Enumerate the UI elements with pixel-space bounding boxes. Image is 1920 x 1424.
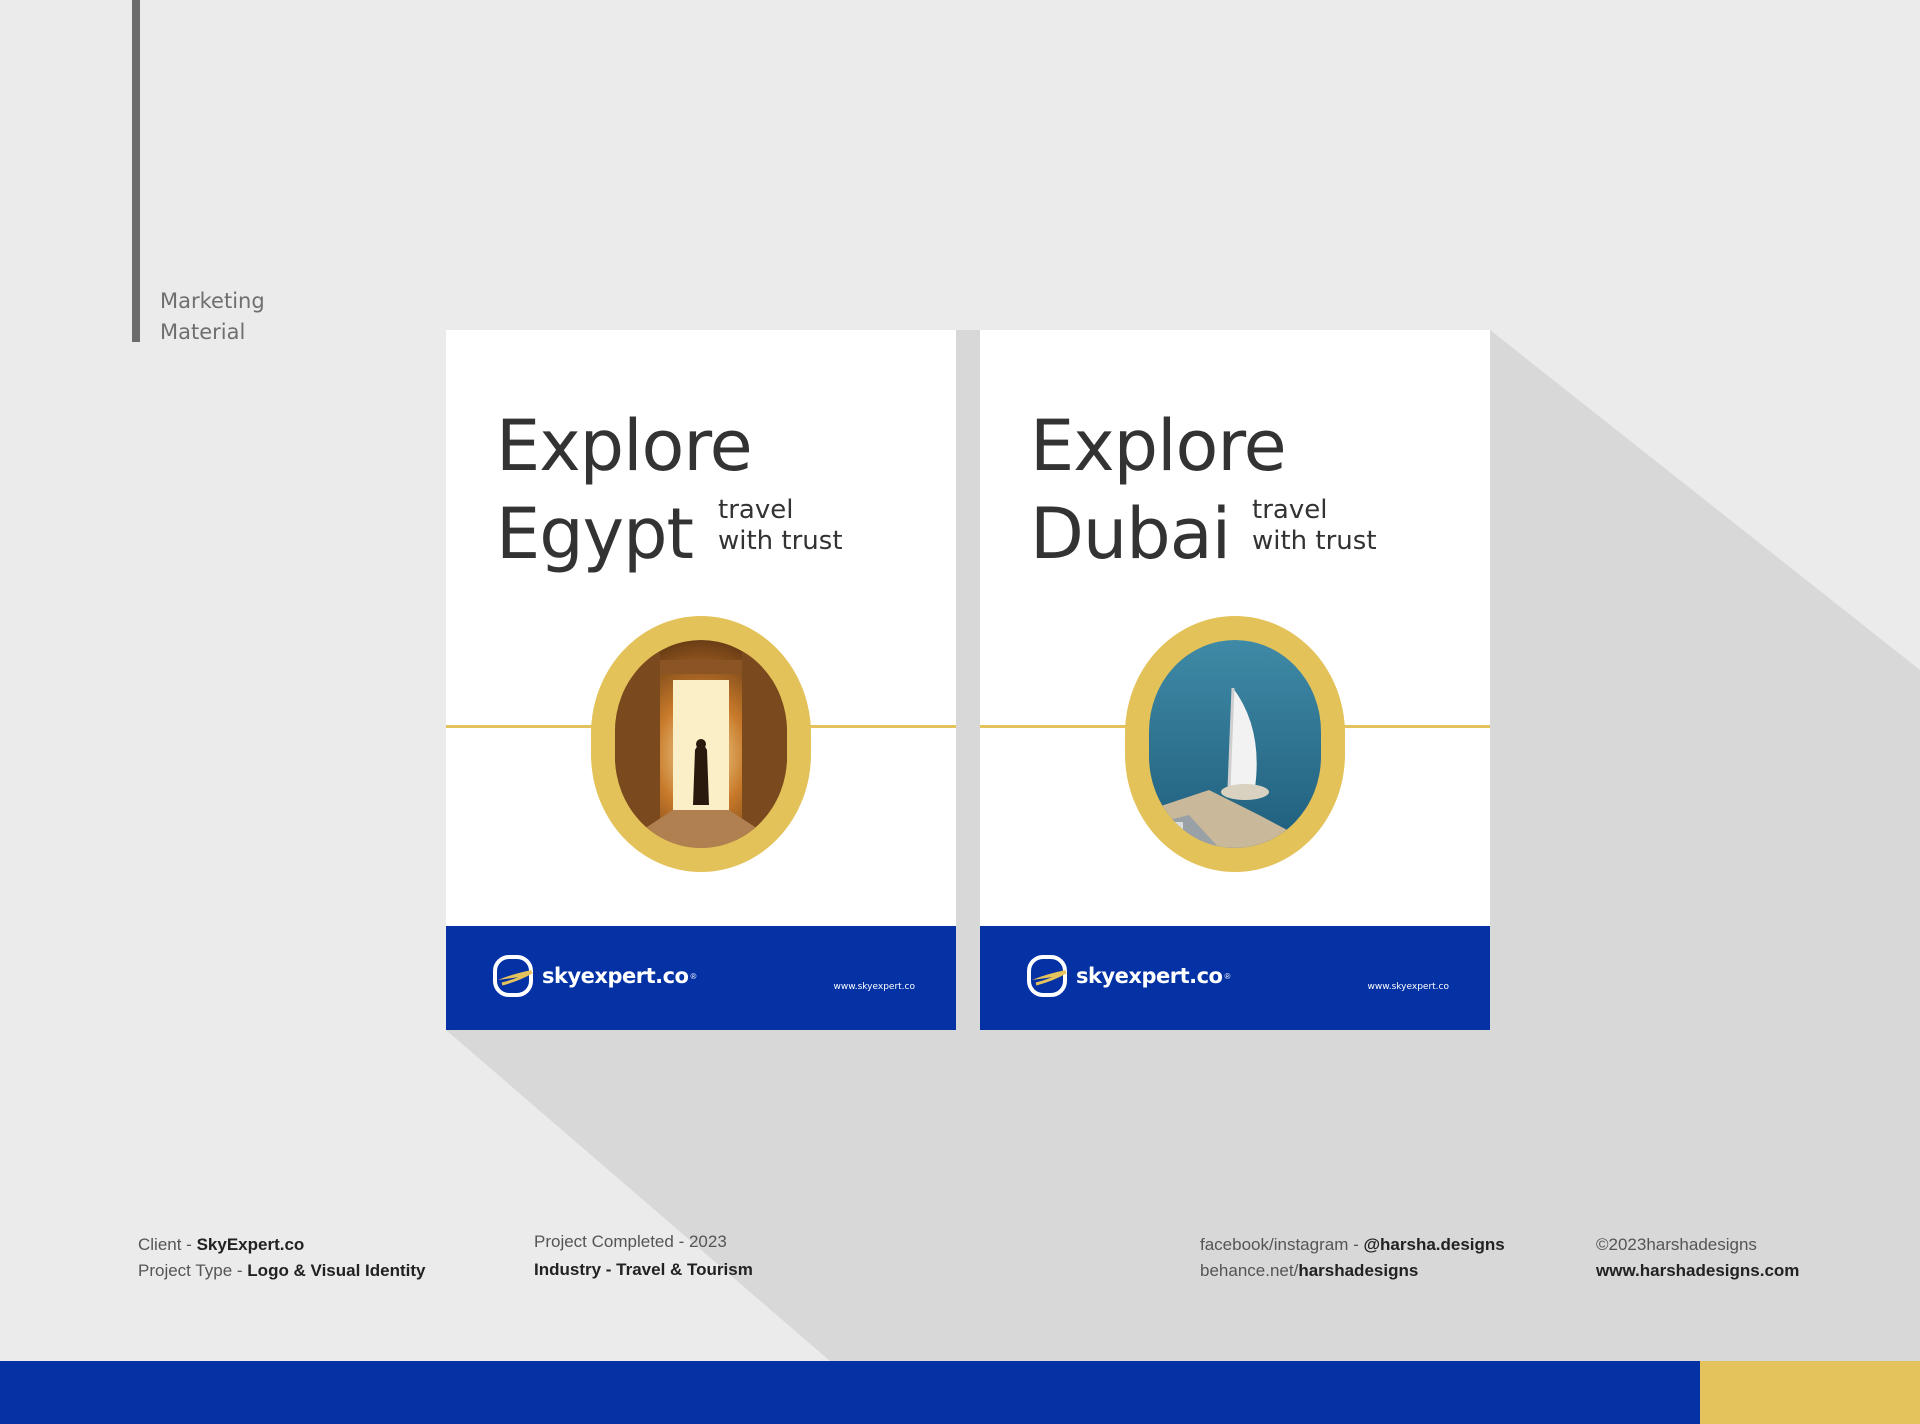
- poster-headline: Explore Egypt: [496, 402, 753, 578]
- airplane-window-frame: [591, 616, 811, 872]
- headline-line1: Explore: [1030, 405, 1287, 487]
- bottom-gold-band: [1700, 1361, 1920, 1424]
- headline-line2: Dubai: [1030, 493, 1231, 575]
- credits-project: Project Completed - 2023 Industry - Trav…: [534, 1229, 753, 1283]
- poster-footer-band: skyexpert.co ® www.skyexpert.co: [446, 926, 956, 1030]
- project-type-value: Logo & Visual Identity: [247, 1261, 426, 1280]
- section-title-line2: Material: [160, 320, 246, 344]
- plane-logo-icon: [493, 955, 533, 997]
- poster-footer-band: skyexpert.co ® www.skyexpert.co: [980, 926, 1490, 1030]
- client-label: Client -: [138, 1235, 197, 1254]
- poster-website: www.skyexpert.co: [833, 982, 915, 992]
- behance-label: behance.net/: [1200, 1261, 1299, 1280]
- egypt-temple-doorway-photo: [615, 640, 787, 848]
- credits-client: Client - SkyExpert.co Project Type - Log…: [138, 1232, 426, 1284]
- registered-mark: ®: [1224, 971, 1231, 981]
- poster-website: www.skyexpert.co: [1367, 982, 1449, 992]
- long-shadow: [446, 330, 1920, 1361]
- brand-name: skyexpert.co: [1076, 964, 1223, 988]
- behance-handle: harshadesigns: [1298, 1261, 1419, 1280]
- social-handle: @harsha.designs: [1363, 1235, 1505, 1254]
- skyexpert-logo: skyexpert.co ®: [1026, 952, 1230, 1000]
- plane-logo-icon: [1027, 955, 1067, 997]
- headline-line1: Explore: [496, 405, 753, 487]
- credits-social: facebook/instagram - @harsha.designs beh…: [1200, 1232, 1505, 1284]
- registered-mark: ®: [690, 971, 697, 981]
- copyright: ©2023harshadesigns: [1596, 1235, 1757, 1254]
- brand-name: skyexpert.co: [542, 964, 689, 988]
- poster-tagline: travel with trust: [1252, 495, 1377, 557]
- social-label: facebook/instagram -: [1200, 1235, 1364, 1254]
- section-accent-bar: [132, 0, 140, 342]
- dubai-burj-al-arab-aerial-photo: [1149, 640, 1321, 848]
- credits-copyright: ©2023harshadesigns www.harshadesigns.com: [1596, 1232, 1799, 1284]
- project-type-label: Project Type -: [138, 1261, 248, 1280]
- project-completed: Project Completed - 2023: [534, 1232, 727, 1251]
- client-value: SkyExpert.co: [196, 1235, 305, 1254]
- bottom-blue-band: [0, 1361, 1700, 1424]
- poster-egypt: Explore Egypt travel with trust skyexper…: [446, 330, 956, 1030]
- headline-line2: Egypt: [496, 493, 694, 575]
- airplane-window-frame: [1125, 616, 1345, 872]
- section-title: Marketing Material: [160, 286, 265, 348]
- poster-dubai: Explore Dubai travel with trust skyexper…: [980, 330, 1490, 1030]
- section-title-line1: Marketing: [160, 289, 265, 313]
- industry: Industry - Travel & Tourism: [534, 1260, 753, 1279]
- tagline-line2: with trust: [1252, 526, 1377, 556]
- designer-website: www.harshadesigns.com: [1596, 1261, 1800, 1280]
- skyexpert-logo: skyexpert.co ®: [492, 952, 696, 1000]
- tagline-line1: travel: [718, 495, 794, 525]
- poster-tagline: travel with trust: [718, 495, 843, 557]
- tagline-line2: with trust: [718, 526, 843, 556]
- tagline-line1: travel: [1252, 495, 1328, 525]
- poster-headline: Explore Dubai: [1030, 402, 1287, 578]
